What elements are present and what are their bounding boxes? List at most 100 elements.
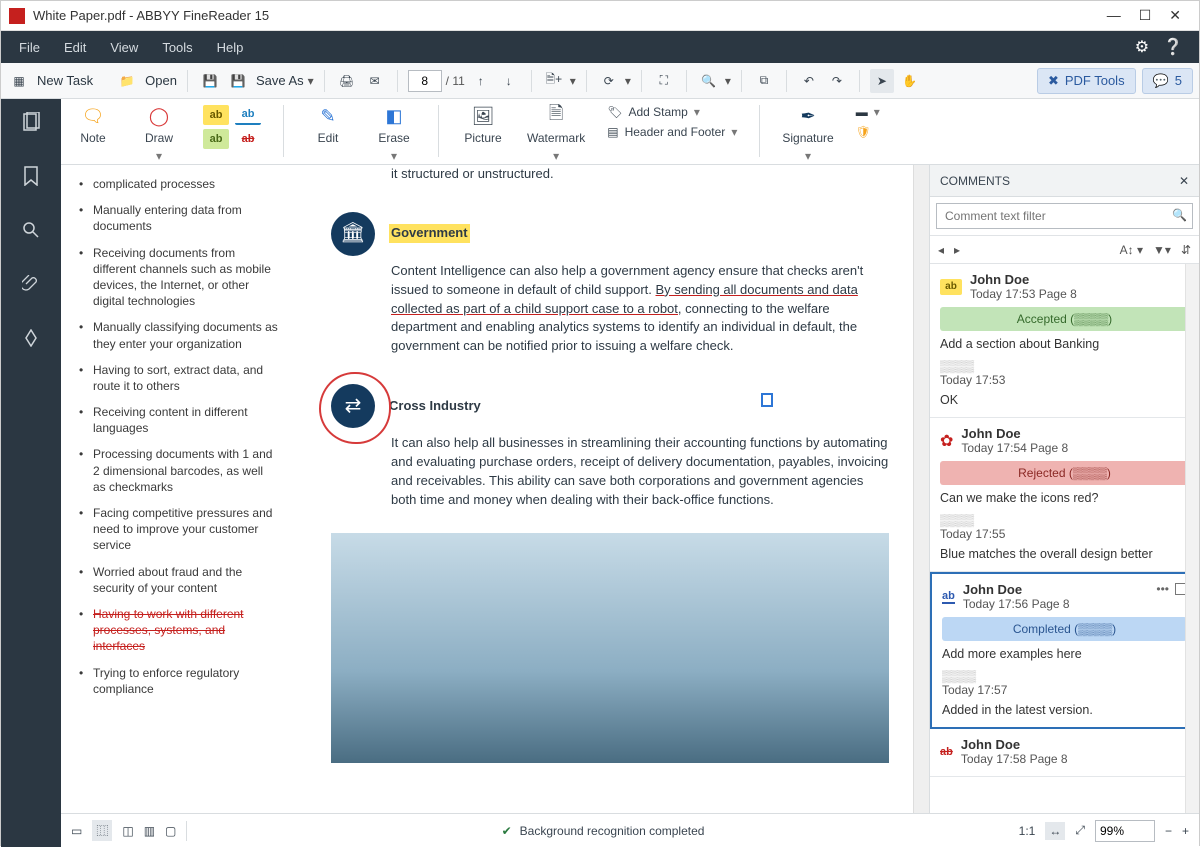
erase-tool[interactable]: ◧Erase▾ bbox=[372, 105, 416, 163]
save-as-icon[interactable]: 💾 bbox=[226, 69, 250, 93]
open-button[interactable]: Open bbox=[145, 73, 177, 88]
filter-icon[interactable]: ▼▾ bbox=[1153, 243, 1171, 257]
chevron-down-icon[interactable]: ▾ bbox=[553, 149, 559, 163]
sort-icon[interactable]: A↕ ▾ bbox=[1120, 243, 1143, 257]
search-page-dropdown-icon[interactable]: ▾ bbox=[725, 74, 731, 88]
underline-tool[interactable]: ab bbox=[235, 105, 261, 125]
draw-tool[interactable]: ◯Draw▾ bbox=[137, 105, 181, 163]
save-as-button[interactable]: Save As bbox=[256, 73, 304, 88]
highlight-yellow-tool[interactable]: ab bbox=[203, 105, 229, 125]
two-page-view-icon[interactable]: ◫ bbox=[122, 824, 133, 838]
select-tool-icon[interactable]: ➤ bbox=[870, 69, 894, 93]
vertical-scrollbar[interactable] bbox=[1185, 264, 1199, 813]
page-up-icon[interactable]: ↑ bbox=[469, 69, 493, 93]
header-footer-icon: ▤ bbox=[607, 125, 618, 139]
chevron-down-icon[interactable]: ▾ bbox=[156, 149, 162, 163]
app-icon bbox=[9, 8, 25, 24]
page-down-icon[interactable]: ↓ bbox=[497, 69, 521, 93]
add-stamp-tool[interactable]: 🏷Add Stamp▾ bbox=[607, 105, 737, 119]
comment-icon: 💬 bbox=[1153, 73, 1169, 89]
redact-tool[interactable]: ▬▾ bbox=[856, 105, 880, 119]
search-icon[interactable] bbox=[11, 213, 51, 247]
help-icon[interactable]: ❔ bbox=[1163, 37, 1183, 57]
add-page-dropdown-icon[interactable]: ▾ bbox=[570, 74, 576, 88]
fit-width-icon[interactable]: ↔ bbox=[1045, 822, 1065, 840]
undo-icon[interactable]: ↶ bbox=[797, 69, 821, 93]
search-page-icon[interactable]: 🔍 bbox=[697, 69, 721, 93]
book-view-icon[interactable]: ▥ bbox=[144, 824, 155, 838]
comment-item[interactable]: ••• abJohn DoeToday 17:56 Page 8 Complet… bbox=[930, 572, 1199, 729]
settings-icon[interactable]: ⚙ bbox=[1135, 37, 1149, 57]
reply-author: ▒▒▒▒ bbox=[940, 359, 1189, 373]
fit-page-icon[interactable]: ⤢ bbox=[1075, 823, 1085, 838]
edit-text-tool[interactable]: ✎Edit bbox=[306, 105, 350, 145]
menu-edit[interactable]: Edit bbox=[52, 40, 98, 55]
protect-tool[interactable]: 🛡 bbox=[856, 125, 880, 139]
highlight-green-tool[interactable]: ab bbox=[203, 129, 229, 149]
menu-help[interactable]: Help bbox=[205, 40, 256, 55]
minimize-button[interactable]: — bbox=[1107, 7, 1121, 24]
close-icon[interactable]: ✕ bbox=[1179, 174, 1189, 188]
strikethrough-tool[interactable]: ab bbox=[235, 129, 261, 149]
vertical-scrollbar[interactable] bbox=[913, 165, 929, 813]
fullscreen-icon[interactable]: ▢ bbox=[165, 824, 176, 838]
chevron-down-icon[interactable]: ▾ bbox=[874, 105, 880, 119]
watermark-tool[interactable]: 🗎Watermark▾ bbox=[527, 105, 585, 163]
more-icon[interactable]: ••• bbox=[1156, 582, 1169, 596]
comment-item[interactable]: ✿John DoeToday 17:54 Page 8 Rejected (▒▒… bbox=[930, 418, 1199, 572]
save-icon[interactable]: 💾 bbox=[198, 69, 222, 93]
save-as-dropdown-icon[interactable]: ▾ bbox=[308, 74, 314, 88]
close-button[interactable]: ✕ bbox=[1169, 7, 1181, 24]
new-task-icon[interactable]: ▦ bbox=[7, 69, 31, 93]
new-task-button[interactable]: New Task bbox=[37, 73, 93, 88]
list-item: Manually classifying documents as they e… bbox=[83, 314, 279, 356]
menu-file[interactable]: File bbox=[7, 40, 52, 55]
folder-icon[interactable]: 📁 bbox=[115, 69, 139, 93]
pdf-tools-button[interactable]: ✖PDF Tools bbox=[1037, 68, 1136, 94]
hand-tool-icon[interactable]: ✋ bbox=[898, 69, 922, 93]
chevron-down-icon[interactable]: ▾ bbox=[694, 105, 700, 119]
prev-comment-icon[interactable]: ◂ bbox=[938, 243, 944, 257]
search-icon[interactable]: 🔍 bbox=[1172, 208, 1187, 222]
pages-panel-icon[interactable] bbox=[11, 105, 51, 139]
attachments-icon[interactable] bbox=[11, 267, 51, 301]
actual-size-icon[interactable]: 1:1 bbox=[1019, 824, 1036, 838]
list-item: Having to work with different processes,… bbox=[83, 601, 279, 660]
maximize-button[interactable]: ☐ bbox=[1139, 7, 1152, 24]
bookmarks-icon[interactable] bbox=[11, 159, 51, 193]
email-icon[interactable]: ✉ bbox=[363, 69, 387, 93]
single-page-view-icon[interactable]: ▭ bbox=[71, 824, 82, 838]
chevron-down-icon[interactable]: ▾ bbox=[731, 125, 737, 139]
crop-icon[interactable]: ⛶ bbox=[652, 69, 676, 93]
comment-item[interactable]: abJohn DoeToday 17:58 Page 8 bbox=[930, 729, 1199, 777]
chevron-down-icon[interactable]: ▾ bbox=[805, 149, 811, 163]
compare-icon[interactable]: ⧉ bbox=[752, 69, 776, 93]
redo-icon[interactable]: ↷ bbox=[825, 69, 849, 93]
continuous-view-icon[interactable]: ⿲ bbox=[92, 820, 112, 841]
chevron-down-icon[interactable]: ▾ bbox=[391, 149, 397, 163]
collapse-icon[interactable]: ⇵ bbox=[1181, 243, 1191, 257]
rotate-dropdown-icon[interactable]: ▾ bbox=[625, 74, 631, 88]
header-footer-tool[interactable]: ▤Header and Footer▾ bbox=[607, 125, 737, 139]
comment-filter-input[interactable] bbox=[936, 203, 1193, 229]
picture-tool[interactable]: 🖼Picture bbox=[461, 105, 505, 145]
zoom-in-icon[interactable]: + bbox=[1182, 824, 1189, 838]
menu-tools[interactable]: Tools bbox=[150, 40, 204, 55]
note-tool[interactable]: 🗨Note bbox=[71, 105, 115, 145]
document-page[interactable]: it structured or unstructured. 🏛 Governm… bbox=[291, 165, 929, 813]
signature-tool[interactable]: ✒Signature▾ bbox=[782, 105, 833, 163]
comments-count-button[interactable]: 💬5 bbox=[1142, 68, 1193, 94]
print-icon[interactable]: 🖨 bbox=[335, 69, 359, 93]
zoom-out-icon[interactable]: − bbox=[1165, 824, 1172, 838]
check-icon: ✔ bbox=[502, 824, 512, 838]
page-number-input[interactable] bbox=[408, 70, 442, 92]
zoom-select[interactable] bbox=[1095, 820, 1155, 842]
rotate-icon[interactable]: ⟳ bbox=[597, 69, 621, 93]
add-page-icon[interactable]: 🗎+ bbox=[542, 69, 566, 93]
next-comment-icon[interactable]: ▸ bbox=[954, 243, 960, 257]
comment-item[interactable]: abJohn DoeToday 17:53 Page 8 Accepted (▒… bbox=[930, 264, 1199, 418]
signatures-icon[interactable] bbox=[11, 321, 51, 355]
list-item: complicated processes bbox=[83, 171, 279, 197]
menu-view[interactable]: View bbox=[98, 40, 150, 55]
insert-marker-icon[interactable] bbox=[761, 393, 773, 407]
